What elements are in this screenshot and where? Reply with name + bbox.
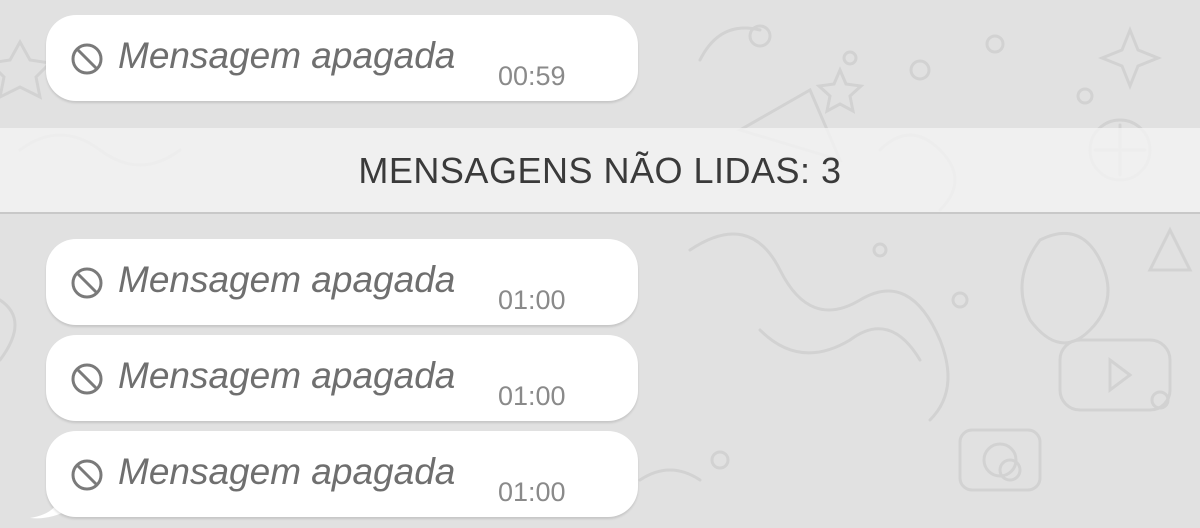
message-bubble[interactable]: Mensagem apagada 00:59 xyxy=(46,15,638,101)
unread-messages-divider: MENSAGENS NÃO LIDAS: 3 xyxy=(0,128,1200,214)
message-bubble[interactable]: Mensagem apagada 01:00 xyxy=(46,335,638,421)
message-time: 00:59 xyxy=(498,61,566,91)
unread-messages-label: MENSAGENS NÃO LIDAS: 3 xyxy=(358,150,842,191)
deleted-message-text: Mensagem apagada xyxy=(118,259,456,300)
prohibited-icon xyxy=(71,459,103,491)
message-time: 01:00 xyxy=(498,285,566,315)
message-time: 01:00 xyxy=(498,381,566,411)
deleted-message-text: Mensagem apagada xyxy=(118,35,456,76)
deleted-message-text: Mensagem apagada xyxy=(118,355,456,396)
prohibited-icon xyxy=(71,363,103,395)
prohibited-icon xyxy=(71,43,103,75)
prohibited-icon xyxy=(71,267,103,299)
message-bubble[interactable]: Mensagem apagada 01:00 xyxy=(46,239,638,325)
message-bubble[interactable]: Mensagem apagada 01:00 xyxy=(46,431,638,517)
message-time: 01:00 xyxy=(498,477,566,507)
deleted-message-text: Mensagem apagada xyxy=(118,451,456,492)
